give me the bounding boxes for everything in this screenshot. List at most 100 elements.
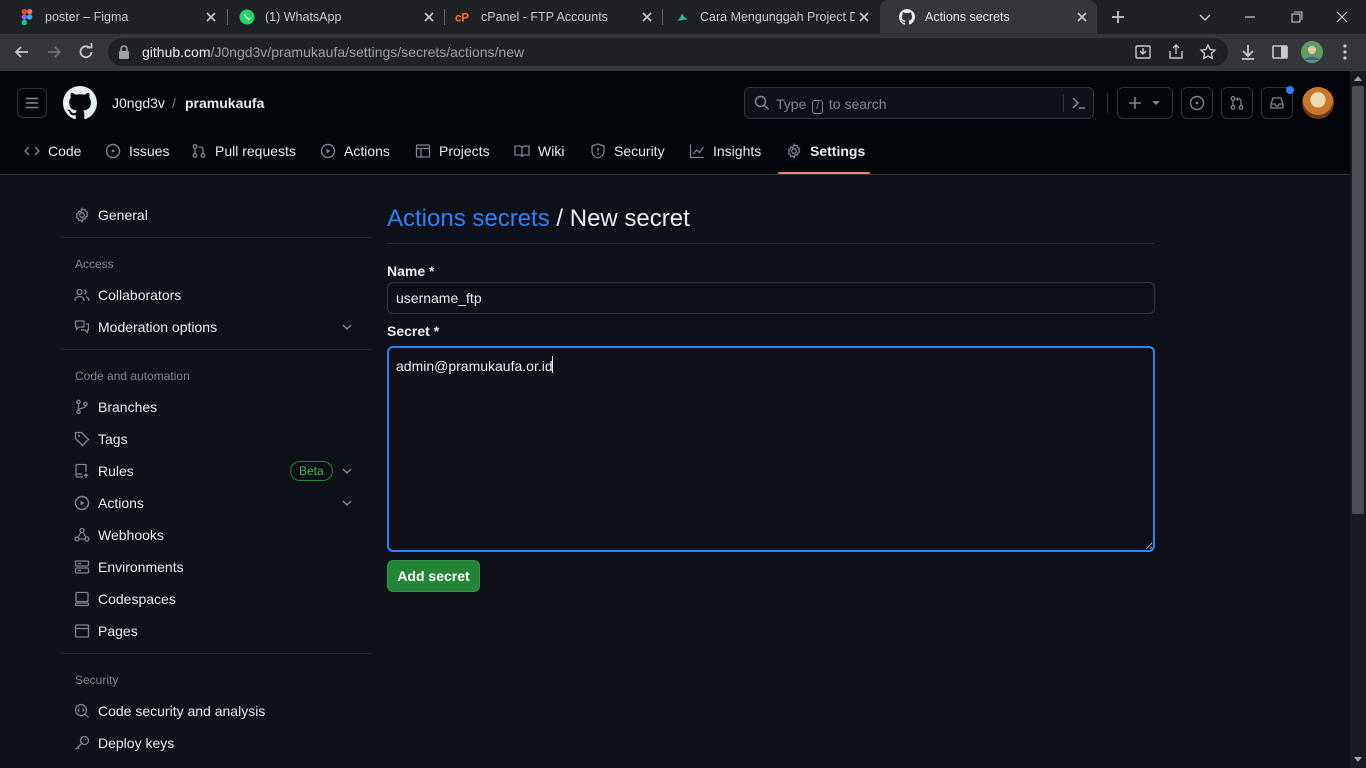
tab-label: Wiki	[538, 143, 565, 159]
pull-request-icon	[191, 143, 207, 159]
sidebar-item-webhooks[interactable]: Webhooks	[74, 523, 164, 547]
tab-pull-requests[interactable]: Pull requests	[191, 135, 296, 167]
create-new-button[interactable]	[1117, 87, 1173, 119]
share-icon[interactable]	[1167, 43, 1185, 61]
browser-tab-actions-secrets[interactable]: Actions secrets	[880, 0, 1097, 34]
beta-badge: Beta	[290, 461, 333, 481]
url-host: github.com	[142, 44, 211, 60]
new-tab-plus-icon[interactable]	[1109, 8, 1127, 26]
sidebar-item-label: Tags	[98, 431, 128, 447]
tab-code[interactable]: Code	[24, 135, 81, 167]
add-secret-button[interactable]: Add secret	[387, 560, 480, 592]
tab-wiki[interactable]: Wiki	[514, 135, 564, 167]
figma-icon	[19, 9, 35, 25]
sidebar-item-code-security[interactable]: Code security and analysis	[74, 699, 265, 723]
sidebar-item-general[interactable]: General	[74, 203, 148, 227]
sidebar-item-pages[interactable]: Pages	[74, 619, 138, 643]
github-logo-icon[interactable]	[63, 86, 97, 120]
server-icon	[74, 559, 90, 575]
browser-tab-figma[interactable]: poster – Figma	[0, 0, 226, 34]
tab-issues[interactable]: Issues	[105, 135, 169, 167]
browser-menu-icon[interactable]	[1335, 42, 1355, 62]
sidebar-item-moderation[interactable]: Moderation options	[74, 315, 217, 339]
pull-requests-button[interactable]	[1221, 87, 1253, 119]
browser-tab-title: (1) WhatsApp	[265, 10, 342, 24]
window-close-icon[interactable]	[1332, 7, 1352, 27]
tab-settings[interactable]: Settings	[786, 135, 865, 167]
breadcrumb-owner[interactable]: J0ngd3v	[112, 95, 165, 111]
text-caret	[552, 356, 553, 373]
scrollbar-thumb[interactable]	[1352, 86, 1364, 514]
sidebar-item-rules[interactable]: Rules	[74, 459, 134, 483]
tab-actions[interactable]: Actions	[320, 135, 390, 167]
key-icon	[74, 735, 90, 751]
issues-button[interactable]	[1181, 87, 1213, 119]
sidebar-item-codespaces[interactable]: Codespaces	[74, 587, 176, 611]
hamburger-icon	[26, 97, 38, 109]
tab-label: Actions	[344, 143, 390, 159]
side-panel-icon[interactable]	[1270, 42, 1290, 62]
sidebar-item-label: Actions	[98, 495, 144, 511]
page-title: Actions secrets / New secret	[387, 205, 690, 233]
close-icon[interactable]	[1075, 10, 1089, 24]
reload-icon[interactable]	[76, 42, 96, 62]
tab-projects[interactable]: Projects	[415, 135, 490, 167]
profile-avatar-icon[interactable]	[1301, 41, 1323, 63]
secret-label: Secret *	[387, 323, 440, 339]
close-icon[interactable]	[640, 10, 654, 24]
sidebar-item-collaborators[interactable]: Collaborators	[74, 283, 181, 307]
forward-arrow-icon[interactable]	[44, 42, 64, 62]
install-app-icon[interactable]	[1134, 43, 1152, 61]
restore-icon[interactable]	[1287, 7, 1307, 27]
search-icon	[754, 95, 770, 111]
minimize-icon[interactable]	[1240, 7, 1260, 27]
browser-tab-whatsapp[interactable]: (1) WhatsApp	[220, 0, 444, 34]
comment-discussion-icon	[74, 319, 90, 335]
browser-tab-article[interactable]: Cara Mengunggah Project D	[655, 0, 879, 34]
search-prefix: Type	[776, 96, 807, 112]
close-icon[interactable]	[204, 10, 218, 24]
sidebar-item-tags[interactable]: Tags	[74, 427, 128, 451]
scroll-down-arrow-icon[interactable]	[1353, 756, 1363, 764]
chevron-down-icon[interactable]	[340, 496, 354, 510]
sidebar-item-label: Environments	[98, 559, 184, 575]
secret-textarea[interactable]: admin@pramukaufa.or.id	[387, 346, 1155, 552]
selected-tab-underline	[778, 172, 870, 174]
sidebar-item-branches[interactable]: Branches	[74, 395, 157, 419]
sidebar-item-label: Webhooks	[98, 527, 164, 543]
lock-icon[interactable]	[117, 44, 131, 59]
tab-insights[interactable]: Insights	[689, 135, 761, 167]
sidebar-heading-access: Access	[75, 257, 114, 271]
sidebar-item-deploy-keys[interactable]: Deploy keys	[74, 731, 174, 755]
sidebar-item-label: Rules	[98, 463, 134, 479]
browser-tab-cpanel[interactable]: cP cPanel - FTP Accounts	[436, 0, 662, 34]
sidebar-item-environments[interactable]: Environments	[74, 555, 184, 579]
chevron-down-icon[interactable]	[340, 320, 354, 334]
close-icon[interactable]	[857, 10, 871, 24]
hamburger-menu-button[interactable]	[17, 88, 47, 118]
git-branch-icon	[74, 399, 90, 415]
avatar[interactable]	[1302, 87, 1334, 119]
actions-secrets-link[interactable]: Actions secrets	[387, 205, 550, 232]
browser-tab-strip: poster – Figma (1) WhatsApp cP cPanel - …	[0, 0, 1366, 34]
search-input[interactable]: Type / to search	[744, 87, 1094, 119]
gear-icon	[786, 143, 802, 159]
cpanel-icon: cP	[455, 9, 471, 25]
page-title-rest: / New secret	[549, 205, 690, 232]
tab-label: Code	[48, 143, 82, 159]
bookmark-star-icon[interactable]	[1199, 43, 1217, 61]
close-icon[interactable]	[422, 10, 436, 24]
breadcrumb-repo[interactable]: pramukaufa	[185, 95, 264, 111]
url-text[interactable]: github.com/J0ngd3v/pramukaufa/settings/s…	[142, 44, 524, 60]
name-input[interactable]	[387, 282, 1155, 314]
chevron-down-icon[interactable]	[340, 464, 354, 478]
browser-icon	[74, 623, 90, 639]
scroll-up-arrow-icon[interactable]	[1353, 74, 1363, 82]
people-icon	[74, 287, 90, 303]
sidebar-item-actions[interactable]: Actions	[74, 491, 144, 515]
tab-search-chevron-icon[interactable]	[1195, 7, 1215, 27]
download-icon[interactable]	[1238, 42, 1258, 62]
tab-security[interactable]: Security	[590, 135, 665, 167]
command-palette-icon[interactable]	[1071, 95, 1087, 111]
back-arrow-icon[interactable]	[12, 42, 32, 62]
